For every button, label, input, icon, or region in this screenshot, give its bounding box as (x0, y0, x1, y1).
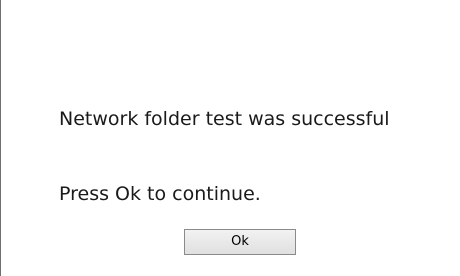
ok-button[interactable]: Ok (184, 229, 296, 255)
success-message: Network folder test was successful (59, 108, 390, 130)
message-dialog: Network folder test was successful Press… (0, 0, 460, 276)
continue-instruction: Press Ok to continue. (59, 183, 261, 205)
